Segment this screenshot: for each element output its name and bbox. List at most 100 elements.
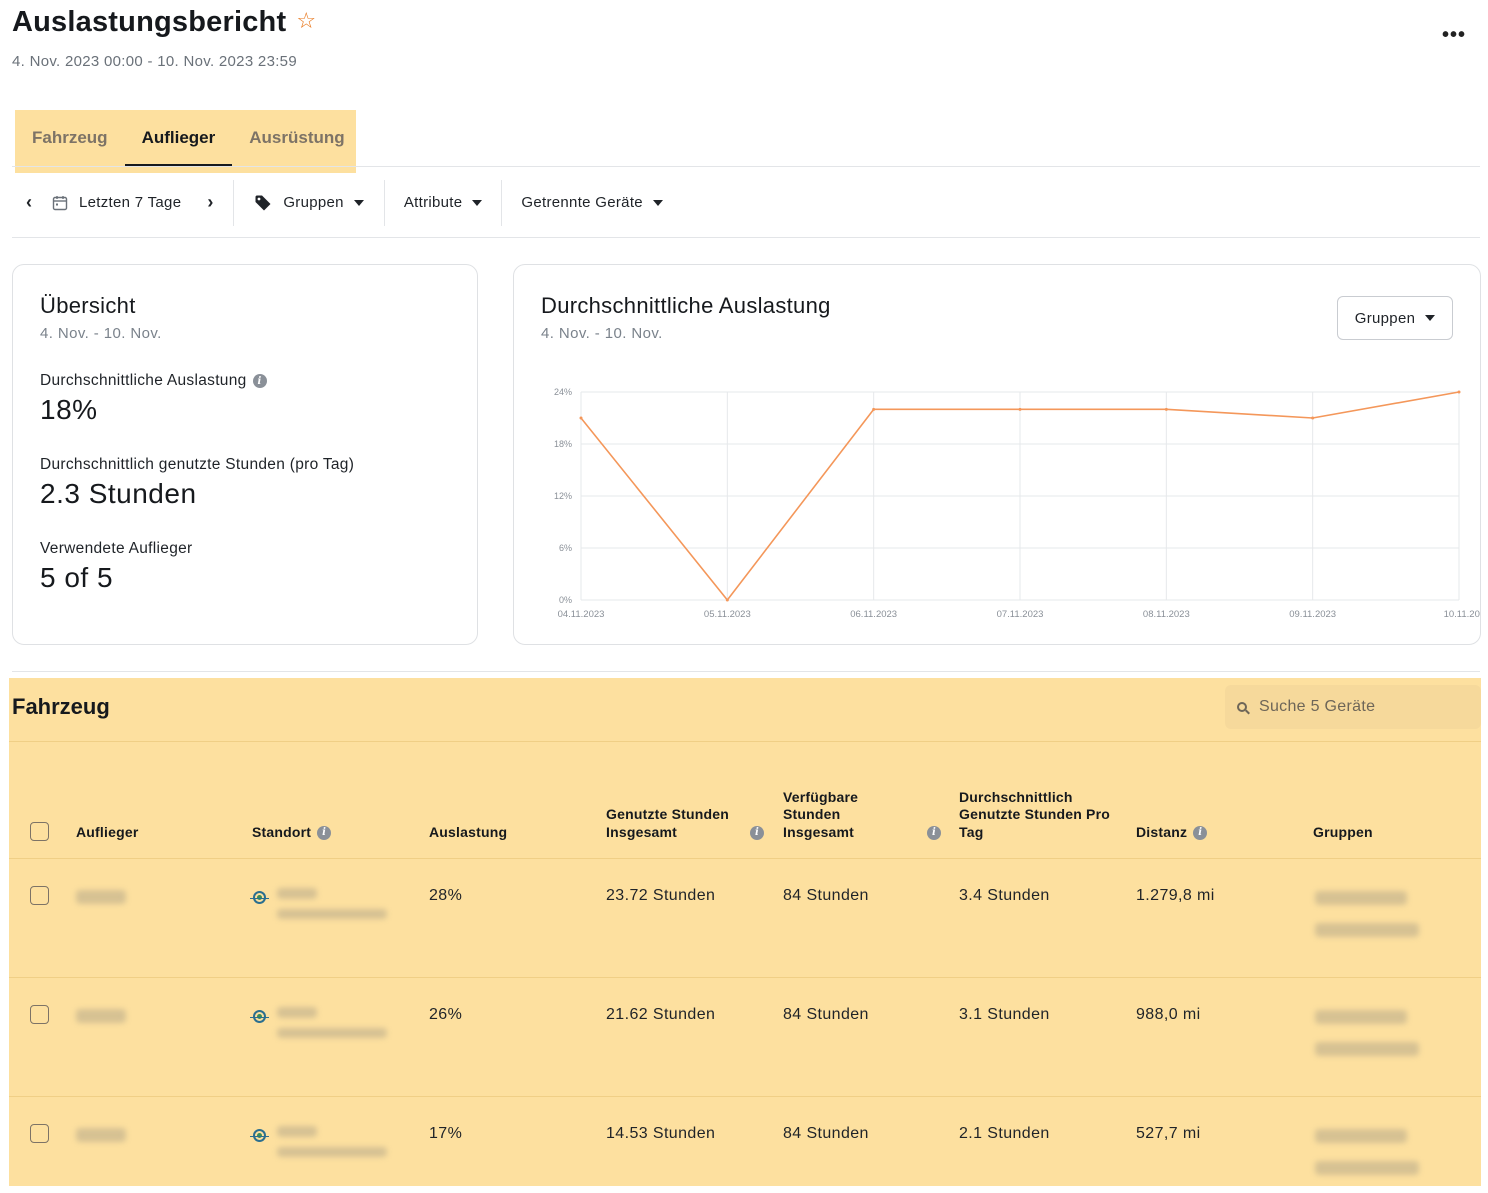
trailer-name-redacted[interactable] xyxy=(76,890,126,904)
table-row[interactable]: 28% 23.72 Stunden 84 Stunden 3.4 Stunden… xyxy=(9,859,1481,978)
metric-label: Durchschnittliche Auslastung xyxy=(40,372,247,389)
groups-filter-button[interactable]: Gruppen xyxy=(234,180,383,226)
table-head: Auflieger Standort i Auslastung Genutzte … xyxy=(9,743,1481,859)
row-checkbox[interactable] xyxy=(30,886,49,905)
x-tick-label: 05.11.2023 xyxy=(704,609,751,620)
avg-utilization-chart-card: Durchschnittliche Auslastung 4. Nov. - 1… xyxy=(513,264,1481,645)
x-tick-label: 06.11.2023 xyxy=(850,609,897,620)
avg-hours-cell: 3.4 Stunden xyxy=(959,887,1050,904)
overview-title: Übersicht xyxy=(40,293,136,318)
disconnected-devices-label: Getrennte Geräte xyxy=(521,194,643,211)
tabs-divider xyxy=(12,166,1480,167)
location-redacted[interactable] xyxy=(277,1007,317,1018)
column-header-trailer[interactable]: Auflieger xyxy=(76,824,138,842)
metric-avg-utilization: Durchschnittliche Auslastung i 18% xyxy=(40,372,450,426)
column-header-used-hours[interactable]: Genutzte Stunden Insgesamt i xyxy=(606,806,764,841)
next-range-icon[interactable]: › xyxy=(195,192,225,213)
table-row[interactable]: 26% 21.62 Stunden 84 Stunden 3.1 Stunden… xyxy=(9,978,1481,1097)
location-detail-redacted xyxy=(277,1028,387,1038)
search-icon xyxy=(1237,702,1247,712)
info-icon[interactable]: i xyxy=(317,826,332,840)
column-header-groups[interactable]: Gruppen xyxy=(1313,824,1373,842)
available-hours-cell: 84 Stunden xyxy=(783,887,869,904)
group-tag-redacted[interactable] xyxy=(1315,923,1419,937)
column-header-available-hours[interactable]: Verfügbare Stunden Insgesamt i xyxy=(783,789,941,842)
location-detail-redacted xyxy=(277,909,387,919)
metric-avg-hours: Durchschnittlich genutzte Stunden (pro T… xyxy=(40,456,450,510)
available-hours-cell: 84 Stunden xyxy=(783,1125,869,1142)
chevron-down-icon xyxy=(353,199,364,206)
info-icon[interactable]: i xyxy=(252,374,267,388)
utilization-data-point xyxy=(1018,407,1022,411)
utilization-data-point xyxy=(579,416,583,420)
utilization-line-chart: 0% 6% 12% 18% 24% 04.11.2023 05.11.2023 06.11.2… xyxy=(554,387,1480,620)
metric-value: 18% xyxy=(40,394,98,425)
utilization-data-point xyxy=(1457,390,1461,394)
table-header-bar: Fahrzeug xyxy=(9,678,1481,742)
report-date-range: 4. Nov. 2023 00:00 - 10. Nov. 2023 23:59 xyxy=(12,53,297,70)
page-title: Auslastungsbericht xyxy=(12,6,287,38)
chevron-down-icon xyxy=(652,199,663,206)
more-options-icon[interactable]: ••• xyxy=(1442,24,1466,47)
x-tick-label: 08.11.2023 xyxy=(1143,609,1190,620)
disconnected-devices-filter-button[interactable]: Getrennte Geräte xyxy=(502,180,682,226)
metric-label: Verwendete Auflieger xyxy=(40,540,193,557)
info-icon[interactable]: i xyxy=(750,826,764,840)
section-divider xyxy=(12,671,1480,672)
select-all-checkbox[interactable] xyxy=(30,822,49,841)
attributes-filter-label: Attribute xyxy=(403,194,463,211)
search-input[interactable] xyxy=(1259,698,1459,716)
group-tag-redacted[interactable] xyxy=(1315,1161,1419,1175)
star-icon[interactable]: ☆ xyxy=(296,9,316,32)
tag-icon xyxy=(255,195,271,210)
utilization-cell: 28% xyxy=(429,887,463,904)
calendar-icon xyxy=(52,195,68,210)
group-tag-redacted[interactable] xyxy=(1315,1010,1407,1024)
group-tag-redacted[interactable] xyxy=(1315,891,1407,905)
utilization-data-point xyxy=(1164,407,1168,411)
column-header-utilization[interactable]: Auslastung xyxy=(429,824,507,842)
info-icon[interactable]: i xyxy=(1193,826,1208,840)
column-header-location[interactable]: Standort i xyxy=(252,824,332,842)
table-title: Fahrzeug xyxy=(12,694,110,719)
column-header-avg-hours[interactable]: Durchschnittlich Genutzte Stunden Pro Ta… xyxy=(959,789,1124,842)
distance-cell: 1.279,8 mi xyxy=(1136,887,1215,904)
x-tick-label: 07.11.2023 xyxy=(997,609,1044,620)
column-header-distance[interactable]: Distanz i xyxy=(1136,824,1208,842)
y-tick-label: 18% xyxy=(554,439,572,449)
date-range-picker[interactable]: Letzten 7 Tage xyxy=(52,180,181,226)
group-tag-redacted[interactable] xyxy=(1315,1129,1407,1143)
row-checkbox[interactable] xyxy=(30,1005,49,1024)
group-tag-redacted[interactable] xyxy=(1315,1042,1419,1056)
location-icon xyxy=(250,891,269,904)
trailer-name-redacted[interactable] xyxy=(76,1009,126,1023)
table-row[interactable]: 17% 14.53 Stunden 84 Stunden 2.1 Stunden… xyxy=(9,1097,1481,1186)
search-box xyxy=(1225,685,1481,729)
location-redacted[interactable] xyxy=(277,888,317,899)
trailer-name-redacted[interactable] xyxy=(76,1128,126,1142)
used-hours-cell: 14.53 Stunden xyxy=(606,1125,716,1142)
x-tick-label: 09.11.2023 xyxy=(1289,609,1336,620)
x-tick-label: 04.11.2023 xyxy=(558,609,605,620)
metric-label: Durchschnittlich genutzte Stunden (pro T… xyxy=(40,456,355,473)
previous-range-icon[interactable]: ‹ xyxy=(12,192,44,213)
available-hours-cell: 84 Stunden xyxy=(783,1006,869,1023)
row-checkbox[interactable] xyxy=(30,1124,49,1143)
tab-fahrzeug[interactable]: Fahrzeug xyxy=(15,110,125,166)
overview-card: Übersicht 4. Nov. - 10. Nov. Durchschnit… xyxy=(12,264,478,645)
chevron-down-icon xyxy=(472,199,483,206)
page-header: Auslastungsbericht ☆ 4. Nov. 2023 00:00 … xyxy=(12,6,1478,76)
location-icon xyxy=(250,1010,269,1023)
utilization-data-point xyxy=(1311,416,1315,420)
info-icon[interactable]: i xyxy=(927,826,941,840)
attributes-filter-button[interactable]: Attribute xyxy=(385,180,502,226)
metric-value: 5 of 5 xyxy=(40,562,114,593)
utilization-data-point xyxy=(872,407,876,411)
groups-filter-label: Gruppen xyxy=(283,194,344,211)
metric-value: 2.3 Stunden xyxy=(40,478,197,509)
filter-toolbar: ‹ Letzten 7 Tage › Gruppen Attribute Get… xyxy=(12,168,1480,238)
location-redacted[interactable] xyxy=(277,1126,317,1137)
tab-ausruestung[interactable]: Ausrüstung xyxy=(232,110,361,166)
tab-auflieger[interactable]: Auflieger xyxy=(124,110,233,166)
used-hours-cell: 21.62 Stunden xyxy=(606,1006,716,1023)
